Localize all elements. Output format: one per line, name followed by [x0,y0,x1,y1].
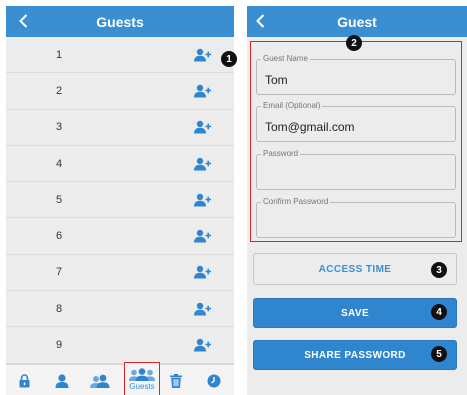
guest-row[interactable]: 5 [6,182,234,219]
guest-number: 1 [56,48,63,61]
nav-trash[interactable] [164,365,188,395]
nav-user[interactable] [50,365,74,395]
confirm-password-label: Confirm Password [261,197,331,207]
guest-row[interactable]: 2 [6,73,234,110]
user-icon [55,373,69,388]
guest-row[interactable]: 7 [6,255,234,292]
lock-icon [19,373,29,387]
guest-row[interactable]: 3 [6,110,234,146]
guest-header: Guest [247,6,467,37]
email-value: Tom@gmail.com [265,120,355,134]
guest-list: 1 2 3 4 5 6 7 8 9 [6,37,234,364]
guest-screen: Guest Guest Name Tom Email (Optional) To… [247,6,467,395]
clock-icon [207,374,221,387]
guest-number: 9 [56,339,63,352]
access-time-button[interactable]: ACCESS TIME [253,253,457,285]
guests-screen: Guests 1 2 3 4 5 6 7 8 9 Guests [6,6,234,395]
nav-lock[interactable] [12,365,36,395]
guest-row[interactable]: 8 [6,291,234,328]
guest-number: 6 [56,230,63,243]
manual-illustration: Guests 1 2 3 4 5 6 7 8 9 Guests 1 Guest … [0,0,467,395]
page-title: Guest [337,13,377,30]
add-user-icon[interactable] [194,338,211,352]
add-user-icon[interactable] [194,229,211,243]
add-user-icon[interactable] [194,48,211,62]
callout-badge: 3 [431,262,447,278]
guest-row[interactable]: 6 [6,218,234,255]
guest-name-field[interactable]: Guest Name Tom [256,54,456,95]
guest-row[interactable]: 4 [6,146,234,183]
password-label: Password [261,149,301,159]
guest-number: 5 [56,193,63,206]
add-user-icon[interactable] [194,121,211,134]
callout-badge: 1 [221,51,237,67]
guests-icon [129,367,155,381]
guest-number: 7 [56,266,63,279]
password-field[interactable]: Password [256,149,456,190]
guest-row[interactable]: 9 [6,327,234,364]
add-user-icon[interactable] [194,266,211,279]
nav-guests-label: Guests [129,381,155,391]
guests-header: Guests [6,6,234,37]
add-user-icon[interactable] [194,193,211,207]
chevron-left-icon [255,14,264,28]
nav-guests-tab[interactable]: Guests [124,362,160,395]
guest-form: Guest Name Tom Email (Optional) Tom@gmai… [250,41,462,242]
guest-number: 8 [56,302,63,315]
add-user-icon[interactable] [194,157,211,171]
callout-badge: 2 [346,35,362,51]
back-button[interactable] [251,11,269,31]
guest-number: 4 [56,157,63,170]
bottom-nav: Guests [6,362,234,395]
save-button[interactable]: SAVE [253,298,457,328]
add-user-icon[interactable] [194,302,211,316]
guest-number: 2 [56,84,63,97]
page-title: Guests [96,13,144,30]
guest-number: 3 [56,121,63,134]
email-field[interactable]: Email (Optional) Tom@gmail.com [256,101,456,142]
nav-users[interactable] [86,365,114,395]
back-button[interactable] [14,11,32,31]
callout-badge: 4 [431,304,447,320]
guest-name-value: Tom [265,73,288,87]
confirm-password-field[interactable]: Confirm Password [256,197,456,238]
email-label: Email (Optional) [261,101,323,111]
chevron-left-icon [18,14,27,28]
guest-name-label: Guest Name [261,54,310,64]
add-user-icon[interactable] [194,84,211,98]
callout-badge: 5 [431,346,447,362]
share-password-button[interactable]: SHARE PASSWORD [253,340,457,370]
guest-row[interactable]: 1 [6,37,234,74]
trash-icon [170,373,182,388]
nav-clock[interactable] [202,365,226,395]
users-icon [90,374,110,388]
